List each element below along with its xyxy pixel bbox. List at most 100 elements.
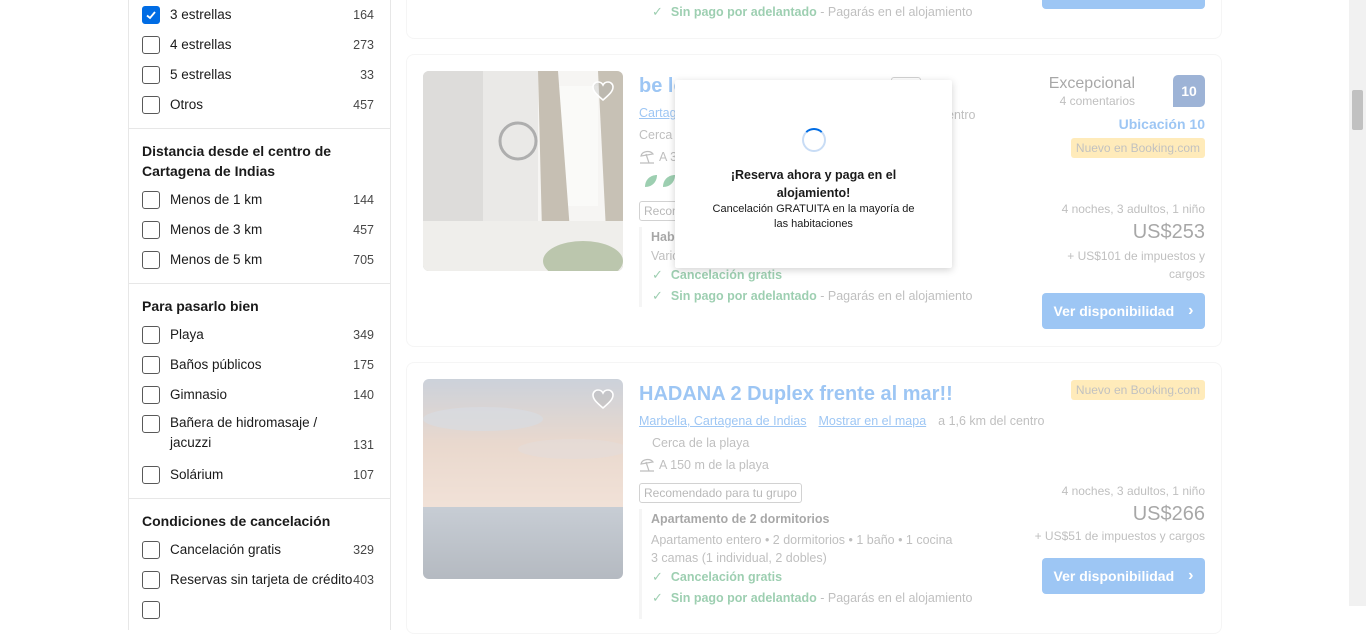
room-detail: Apartamento entero • 2 dormitorios • 1 b… xyxy=(651,533,953,547)
review-count: 4 comentarios xyxy=(1059,94,1135,108)
filter-free-cancellation[interactable]: Cancelación gratis 329 xyxy=(142,538,374,562)
recommended-tag: Recomendado para tu grupo xyxy=(639,483,802,503)
filter-heading-fun: Para pasarlo bien xyxy=(142,298,259,314)
filter-label: 4 estrellas xyxy=(170,37,232,52)
checkbox[interactable] xyxy=(142,571,160,589)
see-availability-button[interactable]: Ver disponibilidad › xyxy=(1042,558,1205,594)
filter-5-stars[interactable]: 5 estrellas 33 xyxy=(142,63,374,87)
location-link[interactable]: Cartag xyxy=(639,106,677,120)
filters-sidebar: 3 estrellas 164 4 estrellas 273 5 estrel… xyxy=(128,0,391,630)
filter-distance-1km[interactable]: Menos de 1 km 144 xyxy=(142,188,374,212)
price: US$266 xyxy=(1132,503,1205,525)
beach-umbrella-icon xyxy=(640,150,655,164)
heart-icon[interactable] xyxy=(591,387,615,411)
checkbox[interactable] xyxy=(142,356,160,374)
checkbox[interactable] xyxy=(142,601,160,619)
show-on-map-link[interactable]: Mostrar en el mapa xyxy=(818,414,926,428)
pay-at-property-text: - Pagarás en el alojamiento xyxy=(816,289,973,303)
filter-solarium[interactable]: Solárium 107 xyxy=(142,463,374,487)
no-prepay-row: ✓ Sin pago por adelantado - Pagarás en e… xyxy=(652,287,972,305)
filter-label: Solárium xyxy=(170,467,224,482)
loading-spinner-icon xyxy=(802,128,826,152)
filter-beach[interactable]: Playa 349 xyxy=(142,323,374,347)
property-card: HADANA 2 Duplex frente al mar!! Marbella… xyxy=(406,362,1222,634)
checkbox[interactable] xyxy=(142,466,160,484)
chevron-right-icon: › xyxy=(1188,567,1194,584)
loading-dialog: ¡Reserva ahora y paga en el alojamiento!… xyxy=(675,80,952,268)
checkmark-icon: ✓ xyxy=(652,267,663,282)
taxes-text: + US$101 de impuestos y cargos xyxy=(1067,249,1205,281)
filter-count: 403 xyxy=(353,573,374,587)
room-divider xyxy=(639,509,642,619)
filter-no-card[interactable]: Reservas sin tarjeta de crédito 403 xyxy=(142,568,374,592)
property-photo[interactable] xyxy=(423,379,623,579)
checkmark-icon: ✓ xyxy=(652,4,663,19)
checkmark-icon: ✓ xyxy=(652,569,663,584)
filter-public-baths[interactable]: Baños públicos 175 xyxy=(142,353,374,377)
room-divider xyxy=(639,227,642,307)
filter-count: 175 xyxy=(353,358,374,372)
filter-count: 329 xyxy=(353,543,374,557)
filter-label: Menos de 1 km xyxy=(170,192,263,207)
filter-3-stars[interactable]: 3 estrellas 164 xyxy=(142,3,374,27)
filter-hot-tub[interactable]: Bañera de hidromasaje / jacuzzi 131 xyxy=(142,413,374,457)
no-prepay-row: ✓ Sin pago por adelantado - Pagarás en e… xyxy=(652,589,972,607)
see-availability-label: Ver disponibilidad xyxy=(1053,568,1175,584)
filter-distance-5km[interactable]: Menos de 5 km 705 xyxy=(142,248,374,272)
heart-icon[interactable] xyxy=(591,79,615,103)
chevron-right-icon: › xyxy=(1188,302,1194,319)
checkbox[interactable] xyxy=(142,96,160,114)
filter-other-stars[interactable]: Otros 457 xyxy=(142,93,374,117)
stay-summary: 4 noches, 3 adultos, 1 niño xyxy=(1061,484,1205,498)
checkbox[interactable] xyxy=(142,415,160,433)
location-score: Ubicación 10 xyxy=(1118,116,1205,132)
free-cancellation-label: Cancelación gratis xyxy=(670,570,783,584)
review-score-badge[interactable]: 10 xyxy=(1173,75,1205,107)
free-cancellation-label: Cancelación gratis xyxy=(670,268,783,282)
new-badge: Nuevo en Booking.com xyxy=(1070,138,1205,158)
filter-label: Cancelación gratis xyxy=(170,542,282,557)
location-link[interactable]: Marbella, Cartagena de Indias xyxy=(639,414,806,428)
review-score-label: Excepcional xyxy=(1048,75,1135,92)
divider xyxy=(129,283,390,284)
property-photo[interactable] xyxy=(423,71,623,271)
beach-umbrella-icon xyxy=(640,458,655,472)
filter-distance-3km[interactable]: Menos de 3 km 457 xyxy=(142,218,374,242)
beach-distance-text: A 150 m de la playa xyxy=(659,458,769,472)
filter-next-partial[interactable] xyxy=(142,598,374,622)
filter-count: 140 xyxy=(353,388,374,402)
divider xyxy=(129,498,390,499)
filter-gym[interactable]: Gimnasio 140 xyxy=(142,383,374,407)
checkbox[interactable] xyxy=(142,66,160,84)
checkbox[interactable] xyxy=(142,191,160,209)
filter-4-stars[interactable]: 4 estrellas 273 xyxy=(142,33,374,57)
scrollbar-thumb[interactable] xyxy=(1352,90,1363,130)
filter-label: Playa xyxy=(170,327,204,342)
filter-label: Bañera de hidromasaje / jacuzzi xyxy=(170,415,318,450)
property-title[interactable]: HADANA 2 Duplex frente al mar!! xyxy=(639,383,953,406)
checkbox[interactable] xyxy=(142,541,160,559)
filter-heading-distance: Distancia desde el centro de Cartagena d… xyxy=(142,143,332,179)
checkbox[interactable] xyxy=(142,386,160,404)
checkbox[interactable] xyxy=(142,251,160,269)
filter-count: 107 xyxy=(353,468,374,482)
room-name: Apartamento de 2 dormitorios xyxy=(651,512,830,526)
price: US$253 xyxy=(1132,221,1205,243)
filter-count: 144 xyxy=(353,193,374,207)
filter-count: 705 xyxy=(353,253,374,267)
filter-count: 164 xyxy=(353,8,374,22)
filter-label: Baños públicos xyxy=(170,357,262,372)
distance-text: a 1,6 km del centro xyxy=(938,414,1045,428)
see-availability-button[interactable] xyxy=(1042,0,1205,9)
checkbox-checked-icon[interactable] xyxy=(142,6,160,24)
checkbox[interactable] xyxy=(142,36,160,54)
page-scrollbar[interactable] xyxy=(1349,0,1366,606)
checkbox[interactable] xyxy=(142,221,160,239)
beds-text: 3 camas (1 individual, 2 dobles) xyxy=(651,551,827,565)
no-prepay-label: Sin pago por adelantado xyxy=(670,5,817,19)
see-availability-button[interactable]: Ver disponibilidad › xyxy=(1042,293,1205,329)
free-cancellation-row: ✓ Cancelación gratis xyxy=(652,267,782,283)
checkbox[interactable] xyxy=(142,326,160,344)
filter-count: 273 xyxy=(353,38,374,52)
leaf-icon xyxy=(645,175,657,187)
